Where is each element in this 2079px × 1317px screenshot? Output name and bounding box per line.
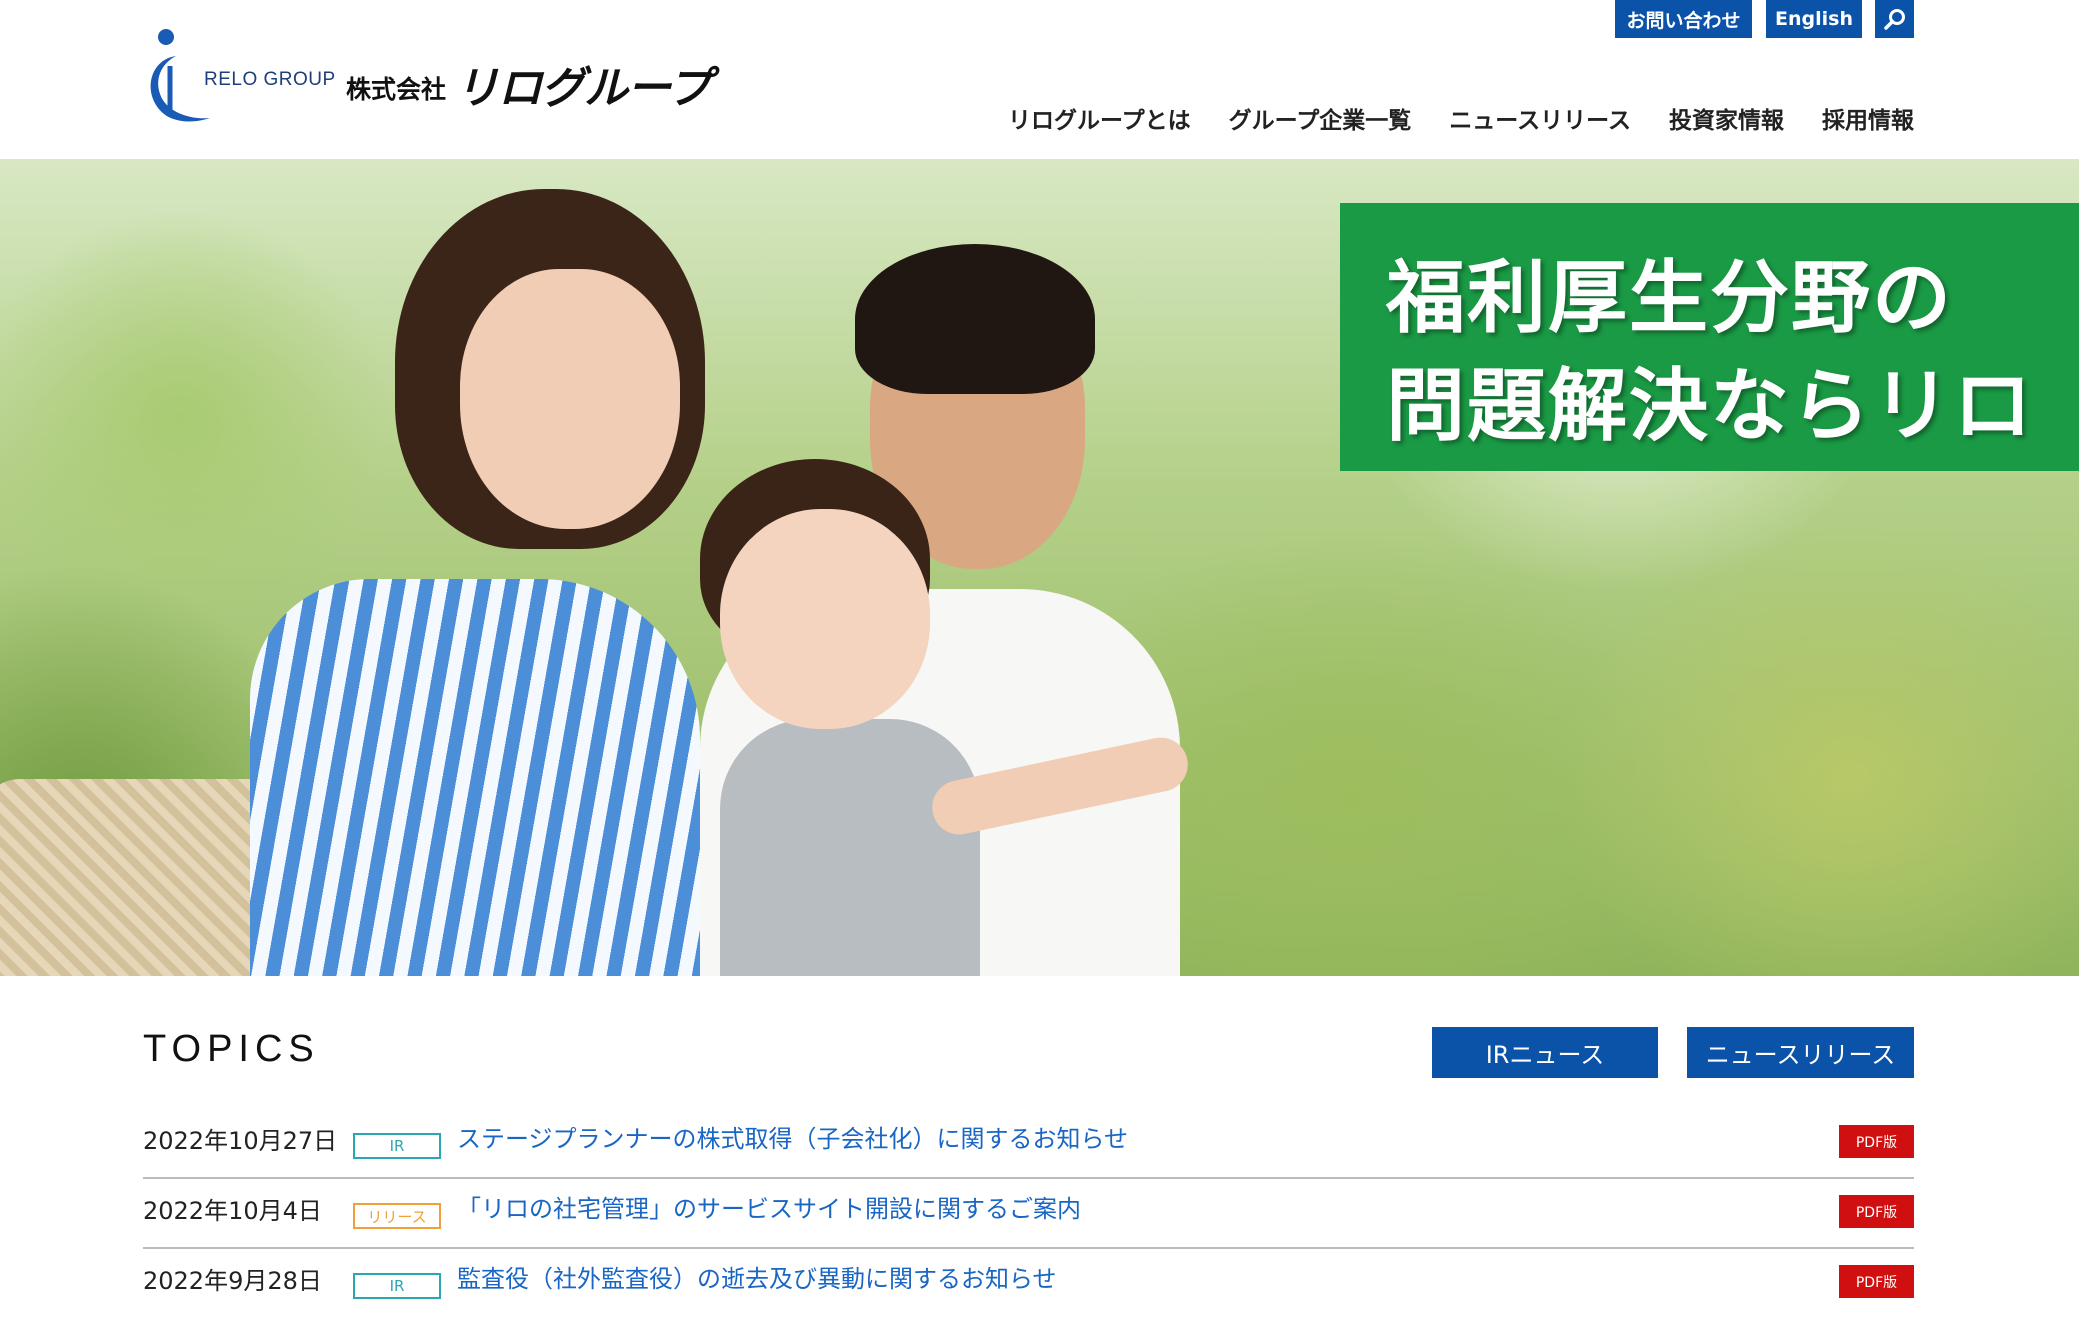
topics-title: TOPICS (143, 1028, 320, 1070)
main-nav: リログループとは グループ企業一覧 ニュースリリース 投資家情報 採用情報 (970, 101, 1914, 137)
news-tag: IR (353, 1273, 441, 1299)
news-link[interactable]: 監査役（社外監査役）の逝去及び異動に関するお知らせ (457, 1259, 1057, 1294)
hero-woman-body (250, 579, 700, 976)
nav-item-about[interactable]: リログループとは (1008, 101, 1191, 137)
ir-news-button[interactable]: IRニュース (1432, 1027, 1658, 1078)
logo-group-text: RELO GROUP (204, 69, 336, 90)
search-button[interactable] (1875, 0, 1914, 38)
news-link[interactable]: 「リロの社宅管理」のサービスサイト開設に関するご案内 (457, 1189, 1081, 1224)
hero-banner: 福利厚生分野の 問題解決ならリロ (1340, 203, 2079, 471)
nav-item-news[interactable]: ニュースリリース (1449, 101, 1631, 137)
news-tag: IR (353, 1133, 441, 1159)
hero-headline-2: 問題解決ならリロ (1386, 360, 2034, 452)
hero-child-body (720, 719, 980, 976)
news-date: 2022年10月4日 (143, 1197, 322, 1225)
list-item: 2022年9月28日 IR 監査役（社外監査役）の逝去及び異動に関するお知らせ … (143, 1247, 1914, 1317)
hero-image: 福利厚生分野の 問題解決ならリロ (0, 159, 2079, 976)
list-item: 2022年10月4日 リリース 「リロの社宅管理」のサービスサイト開設に関するご… (143, 1177, 1914, 1249)
news-release-button[interactable]: ニュースリリース (1687, 1027, 1914, 1078)
logo-corp-name[interactable]: リログループ (455, 52, 711, 116)
english-button[interactable]: English (1766, 0, 1862, 38)
logo-corp-prefix: 株式会社 (346, 75, 447, 104)
nav-item-companies[interactable]: グループ企業一覧 (1229, 101, 1412, 137)
pdf-button[interactable]: PDF版 (1839, 1195, 1914, 1228)
hero-child-face (720, 509, 930, 729)
list-item: 2022年10月27日 IR ステージプランナーの株式取得（子会社化）に関するお… (143, 1107, 1914, 1179)
news-tag: リリース (353, 1203, 441, 1229)
site-header: RELO GROUP 株式会社 リログループ お問い合わせ English リロ… (0, 0, 2079, 159)
hero-headline-1: 福利厚生分野の (1386, 252, 1953, 344)
pdf-button[interactable]: PDF版 (1839, 1265, 1914, 1298)
news-date: 2022年10月27日 (143, 1127, 338, 1155)
nav-item-careers[interactable]: 採用情報 (1822, 101, 1914, 137)
nav-item-investors[interactable]: 投資家情報 (1669, 101, 1784, 137)
contact-button[interactable]: お問い合わせ (1615, 0, 1752, 38)
pdf-button[interactable]: PDF版 (1839, 1125, 1914, 1158)
hero-man-hair (855, 244, 1095, 394)
news-link[interactable]: ステージプランナーの株式取得（子会社化）に関するお知らせ (457, 1119, 1128, 1154)
hero-woman-face (460, 269, 680, 529)
search-icon (1883, 9, 1905, 30)
